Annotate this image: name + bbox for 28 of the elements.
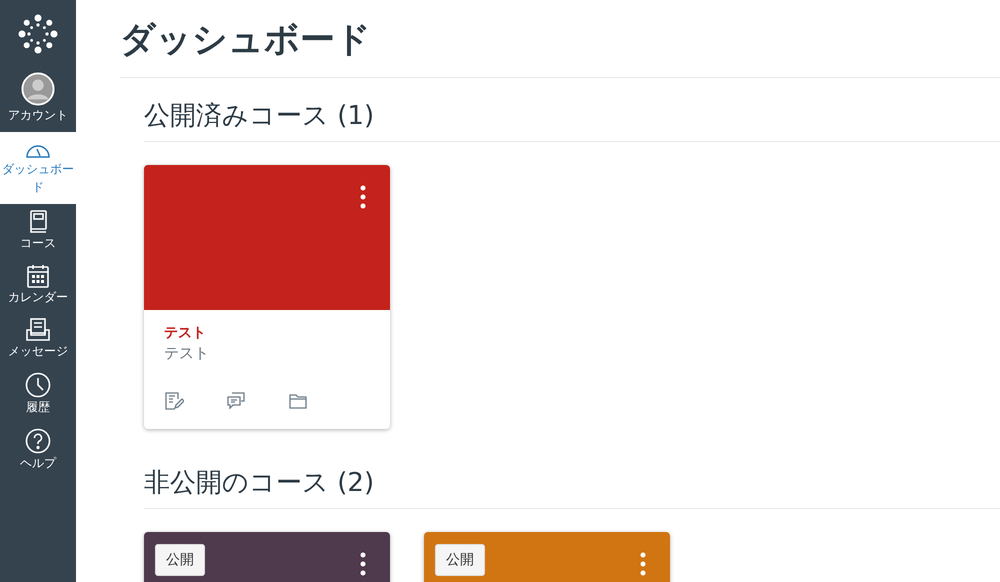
course-card[interactable]: 公開: [144, 532, 390, 582]
more-options-icon[interactable]: [360, 185, 366, 209]
discussion-icon[interactable]: [226, 391, 246, 411]
course-code: テスト: [164, 344, 210, 363]
page-title: ダッシュボード: [120, 0, 1000, 78]
nav-item[interactable]: ヘルプ: [0, 422, 76, 478]
section-heading: 非公開のコース (2): [144, 445, 1000, 509]
avatar-icon: [21, 72, 55, 106]
more-options-icon[interactable]: [360, 552, 366, 576]
nav-item[interactable]: コース: [0, 204, 76, 258]
logo-icon[interactable]: [18, 14, 58, 54]
book-icon: [28, 210, 48, 234]
publish-button[interactable]: 公開: [435, 544, 485, 576]
nav-item[interactable]: 履歴: [0, 366, 76, 422]
nav-item[interactable]: アカウント: [0, 66, 76, 132]
nav-item[interactable]: ダッシュボード: [0, 132, 76, 204]
assignment-icon[interactable]: [164, 391, 184, 411]
course-card[interactable]: 公開: [424, 532, 670, 582]
section-heading: 公開済みコース (1): [144, 78, 1000, 142]
nav-item[interactable]: メッセージ: [0, 312, 76, 366]
nav-item[interactable]: カレンダー: [0, 258, 76, 312]
clock-icon: [25, 372, 51, 398]
publish-button[interactable]: 公開: [155, 544, 205, 576]
calendar-icon: [27, 264, 49, 288]
course-card[interactable]: テスト テスト: [144, 165, 390, 429]
course-title[interactable]: テスト: [164, 324, 370, 342]
inbox-icon: [26, 318, 50, 342]
help-icon: [25, 428, 51, 454]
